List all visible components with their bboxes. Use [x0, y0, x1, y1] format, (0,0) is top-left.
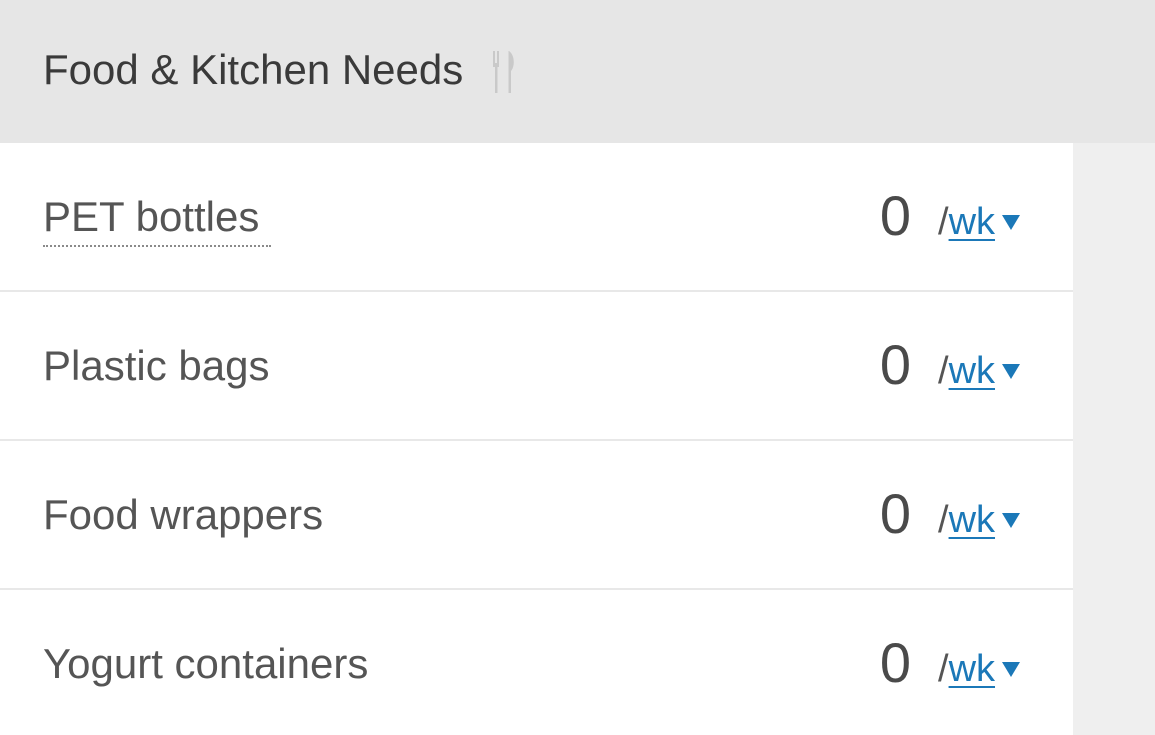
list-item: PET bottles 0 /wk	[0, 143, 1073, 292]
unit-selector: /wk	[938, 200, 1021, 244]
caret-down-icon	[1002, 215, 1021, 230]
unit-label: wk	[948, 648, 996, 690]
unit-selector: /wk	[938, 349, 1021, 393]
section-header: Food & Kitchen Needs	[0, 0, 1155, 143]
utensils-icon	[489, 49, 519, 95]
caret-down-icon	[1002, 662, 1021, 677]
unit-slash: /	[938, 648, 949, 690]
item-quantity[interactable]: 0	[880, 186, 911, 246]
list-item: Yogurt containers 0 /wk	[0, 590, 1073, 735]
item-quantity[interactable]: 0	[880, 484, 911, 544]
food-kitchen-panel: Food & Kitchen Needs PET bottles 0 /wk P…	[0, 0, 1155, 735]
unit-dropdown-link[interactable]: wk	[948, 201, 1021, 243]
unit-label: wk	[948, 350, 996, 392]
caret-down-icon	[1002, 364, 1021, 379]
item-quantity[interactable]: 0	[880, 633, 911, 693]
unit-dropdown-link[interactable]: wk	[948, 350, 1021, 392]
item-label: Food wrappers	[43, 491, 324, 538]
item-label-with-tooltip[interactable]: PET bottles	[43, 193, 272, 247]
item-quantity[interactable]: 0	[880, 335, 911, 395]
list-item: Plastic bags 0 /wk	[0, 292, 1073, 441]
unit-dropdown-link[interactable]: wk	[948, 648, 1021, 690]
unit-slash: /	[938, 350, 949, 392]
list-item: Food wrappers 0 /wk	[0, 441, 1073, 590]
unit-selector: /wk	[938, 498, 1021, 542]
caret-down-icon	[1002, 513, 1021, 528]
section-title: Food & Kitchen Needs	[43, 45, 464, 93]
item-label: Yogurt containers	[43, 640, 369, 687]
unit-selector: /wk	[938, 647, 1021, 691]
unit-slash: /	[938, 499, 949, 541]
unit-label: wk	[948, 201, 996, 243]
unit-slash: /	[938, 201, 949, 243]
item-label: Plastic bags	[43, 342, 270, 389]
items-list: PET bottles 0 /wk Plastic bags 0 /wk Foo…	[0, 143, 1073, 735]
unit-dropdown-link[interactable]: wk	[948, 499, 1021, 541]
side-gutter	[1073, 143, 1155, 735]
unit-label: wk	[948, 499, 996, 541]
